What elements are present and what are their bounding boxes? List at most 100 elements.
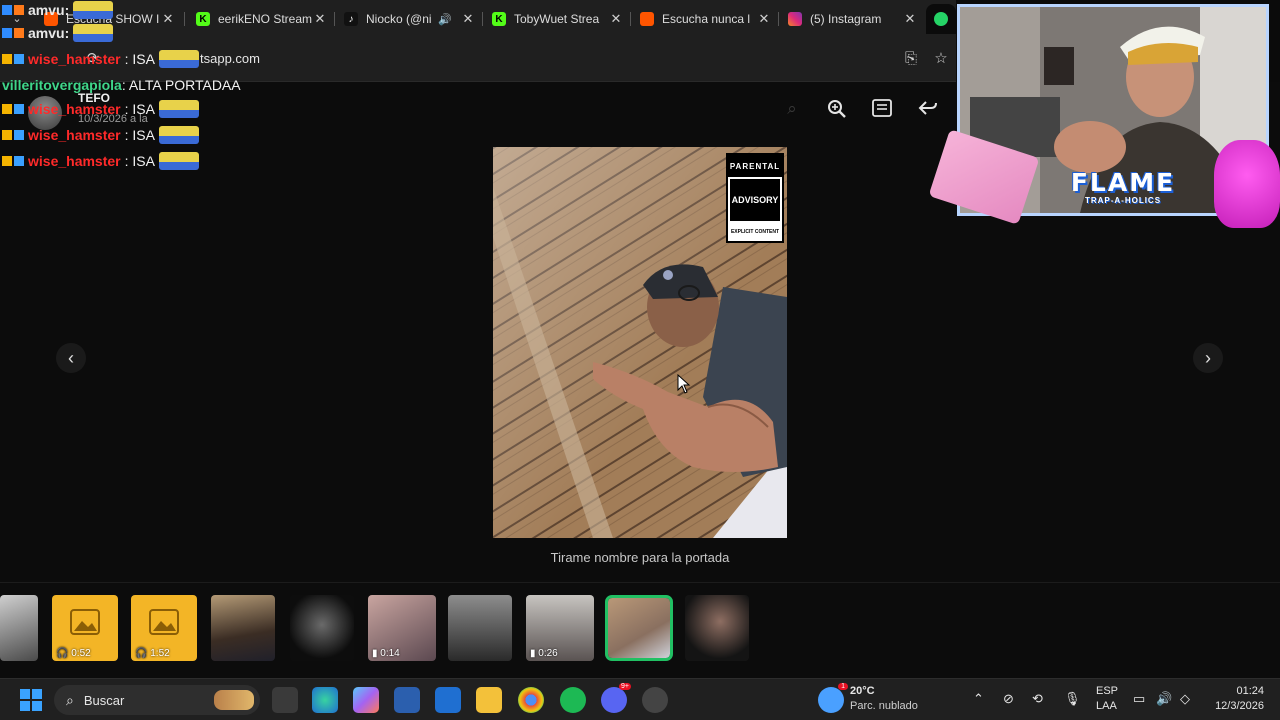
task-view-icon[interactable] (272, 687, 298, 713)
thumbnail-video-5[interactable]: ▮ 0:14 (368, 595, 436, 661)
install-app-icon[interactable]: ⎘ (902, 50, 920, 68)
tab-title: (5) Instagram (810, 12, 882, 26)
tab-soundcloud-2[interactable]: Escucha nunca l ✕ (632, 4, 780, 34)
windows-taskbar: ⌕ Buscar 9+ 1 20°C Parc. nublado ⌃ ⊘ ⟲ 🎙… (0, 678, 1280, 720)
tab-kick-2[interactable]: K TobyWuet Strea ✕ (484, 4, 632, 34)
badge-icon (2, 5, 12, 15)
tab-close-icon[interactable]: ✕ (608, 11, 624, 27)
tab-tiktok[interactable]: ♪ Niocko (@ni 🔊 ✕ (336, 4, 484, 34)
tab-kick-1[interactable]: K eerikENO Stream ✕ (188, 4, 336, 34)
media-caption: Tirame nombre para la portada (550, 550, 730, 565)
chat-badges (2, 104, 24, 114)
crown-badge-icon (2, 104, 12, 114)
tab-whatsapp-active[interactable] (926, 4, 956, 34)
crown-badge-icon (2, 130, 12, 140)
chat-username: wise_hamster (28, 101, 121, 117)
bookmark-star-icon[interactable]: ☆ (932, 50, 950, 68)
steam-icon[interactable] (642, 687, 668, 713)
search-icon: ⌕ (66, 691, 74, 708)
weather-icon[interactable]: 1 (818, 683, 848, 713)
tab-close-icon[interactable]: ✕ (756, 11, 772, 27)
chat-message: : ISA (124, 101, 155, 117)
instagram-icon (788, 12, 802, 26)
chat-line-3: villeritovergapiola : ALTA PORTADAA (2, 77, 241, 93)
language-primary[interactable]: ESP (1096, 685, 1118, 697)
speaker-icon[interactable]: 🔊 (438, 13, 452, 26)
thumbnail-audio-2[interactable]: 🎧 1:52 (131, 595, 197, 661)
chat-line-1: amvu: (2, 24, 114, 42)
tab-close-icon[interactable]: ✕ (160, 11, 176, 27)
advisory-line-1: PARENTAL (728, 155, 782, 177)
url-field[interactable]: tsapp.com (200, 51, 260, 66)
thumbnail-duration: 🎧 0:52 (56, 648, 91, 659)
tab-instagram[interactable]: (5) Instagram ✕ (780, 4, 926, 34)
clock-time[interactable]: 01:24 (1212, 685, 1264, 697)
thumbnail-9[interactable] (685, 595, 749, 661)
chrome-icon[interactable] (518, 687, 544, 713)
tab-separator (184, 12, 185, 26)
emote-icon (158, 50, 199, 68)
tab-close-icon[interactable]: ✕ (312, 11, 328, 27)
chat-message: : ALTA PORTADAA (121, 77, 241, 93)
media-thumbnail-strip: 🎧 0:52 🎧 1:52 ▮ 0:14 ▮ 0:26 (0, 582, 1280, 678)
tab-title: TobyWuet Strea (514, 12, 600, 26)
sync-icon[interactable]: ⟲ (1032, 691, 1043, 707)
discord-icon[interactable]: 9+ (601, 683, 631, 713)
thumbnail-8-selected[interactable] (605, 595, 673, 661)
display-icon[interactable]: ▭ (1133, 691, 1145, 707)
pink-buddha-sticker (1214, 140, 1280, 228)
tab-separator (778, 12, 779, 26)
next-media-button[interactable]: › (1193, 343, 1223, 373)
edge-icon[interactable] (312, 687, 338, 713)
volume-icon[interactable]: 🔊 (1156, 691, 1172, 707)
windows-start-icon[interactable] (18, 687, 44, 713)
thumbnail-audio-1[interactable]: 🎧 0:52 (52, 595, 118, 661)
network-off-icon[interactable]: ⊘ (1003, 691, 1014, 707)
chat-username: wise_hamster (28, 127, 121, 143)
tab-close-icon[interactable]: ✕ (460, 11, 476, 27)
chat-username: villeritovergapiola (2, 77, 122, 93)
chat-line-0: amvu: (2, 1, 114, 19)
crown-badge-icon (2, 156, 12, 166)
parental-advisory-sticker: PARENTAL ADVISORY EXPLICIT CONTENT (726, 153, 784, 243)
tiktok-icon: ♪ (344, 12, 358, 26)
thumbnail-3[interactable] (211, 595, 275, 661)
thumbnail-4[interactable] (290, 595, 354, 661)
zoom-in-icon[interactable] (825, 99, 849, 121)
taskbar-search[interactable]: ⌕ Buscar (54, 685, 260, 715)
clock-date[interactable]: 12/3/2026 (1206, 700, 1264, 712)
file-explorer-icon[interactable] (476, 687, 502, 713)
chat-badges (2, 156, 24, 166)
thumbnail-duration: ▮ 0:26 (530, 648, 558, 659)
weather-temp[interactable]: 20°C (850, 685, 875, 697)
battery-icon[interactable]: ◇ (1180, 691, 1190, 707)
thumbnail-6[interactable] (448, 595, 512, 661)
tab-separator (482, 12, 483, 26)
badge-icon (14, 5, 24, 15)
tray-overflow-icon[interactable]: ⌃ (973, 691, 984, 707)
emote-icon (158, 100, 199, 118)
tab-separator (334, 12, 335, 26)
reply-icon[interactable] (916, 99, 940, 121)
thumbnail-duration: 🎧 1:52 (135, 648, 170, 659)
weather-desc[interactable]: Parc. nublado (850, 700, 918, 712)
thumbnail-duration: ▮ 0:14 (372, 648, 400, 659)
store-icon[interactable] (394, 687, 420, 713)
browser-tab-strip: ⌄ Escucha SHOW I ✕ K eerikENO Stream ✕ ♪… (0, 0, 956, 38)
tab-close-icon[interactable]: ✕ (902, 11, 918, 27)
emote-icon (158, 126, 199, 144)
microphone-icon[interactable]: 🎙 (1064, 691, 1081, 707)
outlook-icon[interactable] (435, 687, 461, 713)
chat-badges (2, 5, 24, 15)
previous-media-button[interactable]: ‹ (56, 343, 86, 373)
copilot-icon[interactable] (353, 687, 379, 713)
crown-badge-icon (2, 54, 12, 64)
image-placeholder-icon (149, 609, 179, 635)
flame-logo: FLAME TRAP-A-HOLICS (1030, 170, 1216, 214)
language-secondary[interactable]: LAA (1096, 700, 1117, 712)
thumbnail-0[interactable] (0, 595, 38, 661)
spotify-icon[interactable] (560, 687, 586, 713)
go-to-message-icon[interactable] (870, 99, 894, 121)
advisory-line-3: EXPLICIT CONTENT (730, 229, 780, 235)
thumbnail-video-7[interactable]: ▮ 0:26 (526, 595, 594, 661)
